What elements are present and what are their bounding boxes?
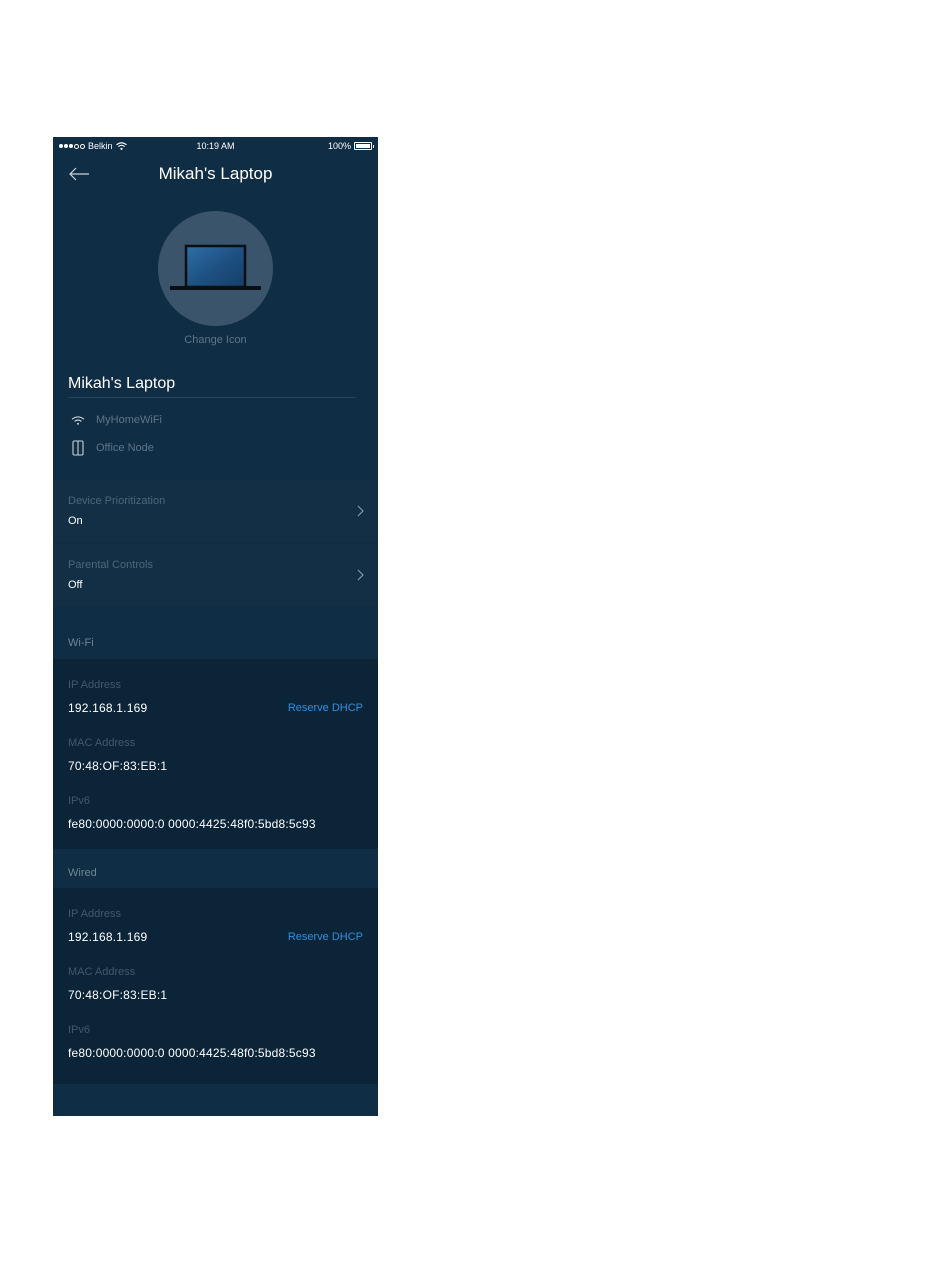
chevron-right-icon (357, 569, 364, 581)
node-row: Office Node (68, 440, 154, 456)
ipv6-label: IPv6 (68, 795, 91, 807)
status-bar: Belkin 10:19 AM 100% (53, 137, 378, 155)
battery-icon (354, 142, 374, 150)
mac-address-label: MAC Address (68, 966, 136, 978)
ip-address-value: 192.168.1.169 (68, 930, 148, 944)
ipv6-label: IPv6 (68, 1024, 91, 1036)
setting-label: Device Prioritization (68, 495, 166, 507)
page-title: Mikah's Laptop (158, 164, 273, 183)
mac-address-value: 70:48:OF:83:EB:1 (68, 988, 168, 1002)
mac-address-value: 70:48:OF:83:EB:1 (68, 759, 168, 773)
laptop-icon (170, 244, 261, 290)
network-row: MyHomeWiFi (68, 412, 162, 428)
ip-address-value: 192.168.1.169 (68, 701, 148, 715)
chevron-right-icon (357, 505, 364, 517)
setting-label: Parental Controls (68, 559, 153, 571)
node-name: Office Node (96, 442, 154, 454)
setting-value: Off (68, 579, 83, 591)
battery-indicator: 100% (327, 141, 374, 151)
reserve-dhcp-button[interactable]: Reserve DHCP (288, 702, 363, 714)
ipv6-value: fe80:0000:0000:0 0000:4425:48f0:5bd8:5c9… (68, 1046, 316, 1060)
device-details-screen: Belkin 10:19 AM 100% Mikah's Laptop Chan… (53, 137, 378, 1116)
parental-controls-row[interactable]: Parental Controls Off (53, 544, 378, 606)
mac-address-label: MAC Address (68, 737, 136, 749)
change-icon-link[interactable]: Change Icon (53, 334, 378, 346)
network-name: MyHomeWiFi (96, 414, 162, 426)
ip-address-label: IP Address (68, 679, 121, 691)
ipv6-value: fe80:0000:0000:0 0000:4425:48f0:5bd8:5c9… (68, 817, 316, 831)
device-icon-avatar[interactable] (158, 211, 273, 326)
battery-percent: 100% (327, 141, 351, 151)
node-icon (68, 440, 88, 456)
ip-address-label: IP Address (68, 908, 121, 920)
wired-section-header: Wired (68, 867, 97, 879)
reserve-dhcp-button[interactable]: Reserve DHCP (288, 931, 363, 943)
device-name[interactable]: Mikah's Laptop (68, 375, 175, 393)
setting-value: On (68, 515, 83, 527)
wifi-section-header: Wi-Fi (68, 637, 94, 649)
name-divider (68, 397, 356, 398)
device-prioritization-row[interactable]: Device Prioritization On (53, 480, 378, 542)
wifi-icon (68, 412, 88, 428)
